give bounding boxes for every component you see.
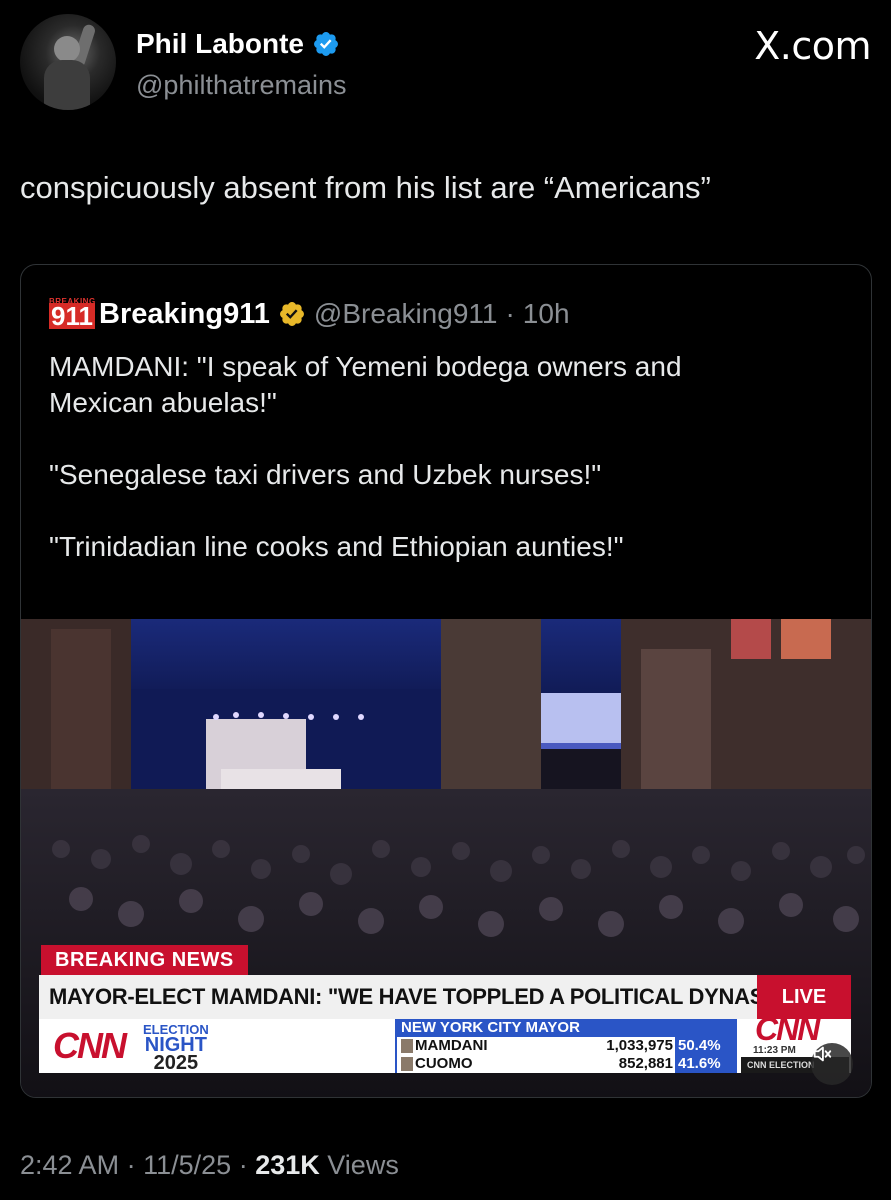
cnn-corner-logo: CNN [755,1011,820,1047]
broadcast-clock: 11:23 PM [753,1045,796,1056]
result-row: MAMDANI 1,033,975 50.4% [397,1037,737,1055]
election-night-logo: ELECTION NIGHT 2025 [143,1023,209,1074]
quoted-tweet-text: MAMDANI: "I speak of Yemeni bodega owner… [49,349,682,565]
candidate-photo [401,1057,413,1071]
views-count[interactable]: 231K [255,1150,320,1180]
author-name-row: Phil Labonte [136,28,340,60]
video-player[interactable]: BREAKING NEWS MAYOR-ELECT MAMDANI: "WE H… [21,619,871,1097]
quoted-separator: · [505,298,515,329]
chyron-lower-third: CNN ELECTION NIGHT 2025 NEW YORK CITY MA… [39,1011,851,1074]
verified-badge-icon [314,32,338,56]
tweet-text: conspicuously absent from his list are “… [20,170,711,205]
meta-separator: · [126,1150,136,1180]
quoted-display-name[interactable]: Breaking911 [99,298,270,331]
breaking911-logo: BREAKING 911 [49,297,95,331]
tweet-date[interactable]: 11/5/25 [143,1150,231,1180]
avatar-head [54,36,80,62]
avatar-body [44,60,90,110]
result-row: CUOMO 852,881 41.6% [397,1055,737,1073]
quoted-handle[interactable]: @Breaking911 [314,298,498,330]
candidate-name: CUOMO [415,1055,473,1072]
author-display-name[interactable]: Phil Labonte [136,28,304,60]
quoted-line-4: "Trinidadian line cooks and Ethiopian au… [49,531,624,562]
cnn-chyron: BREAKING NEWS MAYOR-ELECT MAMDANI: "WE H… [39,945,851,1073]
candidate-photo [401,1039,413,1053]
candidate-votes: 1,033,975 [606,1037,673,1054]
election-year: 2025 [153,1052,199,1074]
candidate-pct: 41.6% [675,1055,737,1073]
cnn-logo: CNN [53,1025,127,1066]
candidate-name: MAMDANI [415,1037,488,1054]
author-avatar[interactable] [20,14,116,110]
quoted-line-3: "Senegalese taxi drivers and Uzbek nurse… [49,459,602,490]
mute-glyph [813,1046,832,1062]
race-results: NEW YORK CITY MAYOR MAMDANI 1,033,975 50… [395,1019,737,1073]
quoted-line-2: Mexican abuelas!" [49,387,277,418]
logo-big-text: 911 [49,301,95,331]
race-title: NEW YORK CITY MAYOR [397,1019,737,1037]
meta-separator: · [238,1150,248,1180]
tweet-meta: 2:42 AM · 11/5/25 · 231K Views [20,1150,399,1181]
quoted-tweet-header: BREAKING 911 Breaking911 @Breaking911 · … [49,297,570,331]
x-com-logo: X.com [754,24,871,68]
views-label: Views [327,1150,399,1180]
author-handle[interactable]: @philthatremains [136,70,347,101]
chyron-headline: MAYOR-ELECT MAMDANI: "WE HAVE TOPPLED A … [39,975,802,1019]
gold-verified-badge-icon [279,302,304,326]
quoted-age[interactable]: 10h [523,298,570,330]
breaking-news-tag: BREAKING NEWS [41,945,248,975]
quoted-line-1: MAMDANI: "I speak of Yemeni bodega owner… [49,351,682,382]
speaker-muted-icon[interactable] [811,1043,853,1085]
tweet-header: Phil Labonte @philthatremains X.com [20,14,871,114]
candidate-votes: 852,881 [618,1055,673,1072]
candidate-pct: 50.4% [675,1037,737,1055]
quoted-tweet-card[interactable]: BREAKING 911 Breaking911 @Breaking911 · … [20,264,872,1098]
tweet-time[interactable]: 2:42 AM [20,1150,119,1180]
